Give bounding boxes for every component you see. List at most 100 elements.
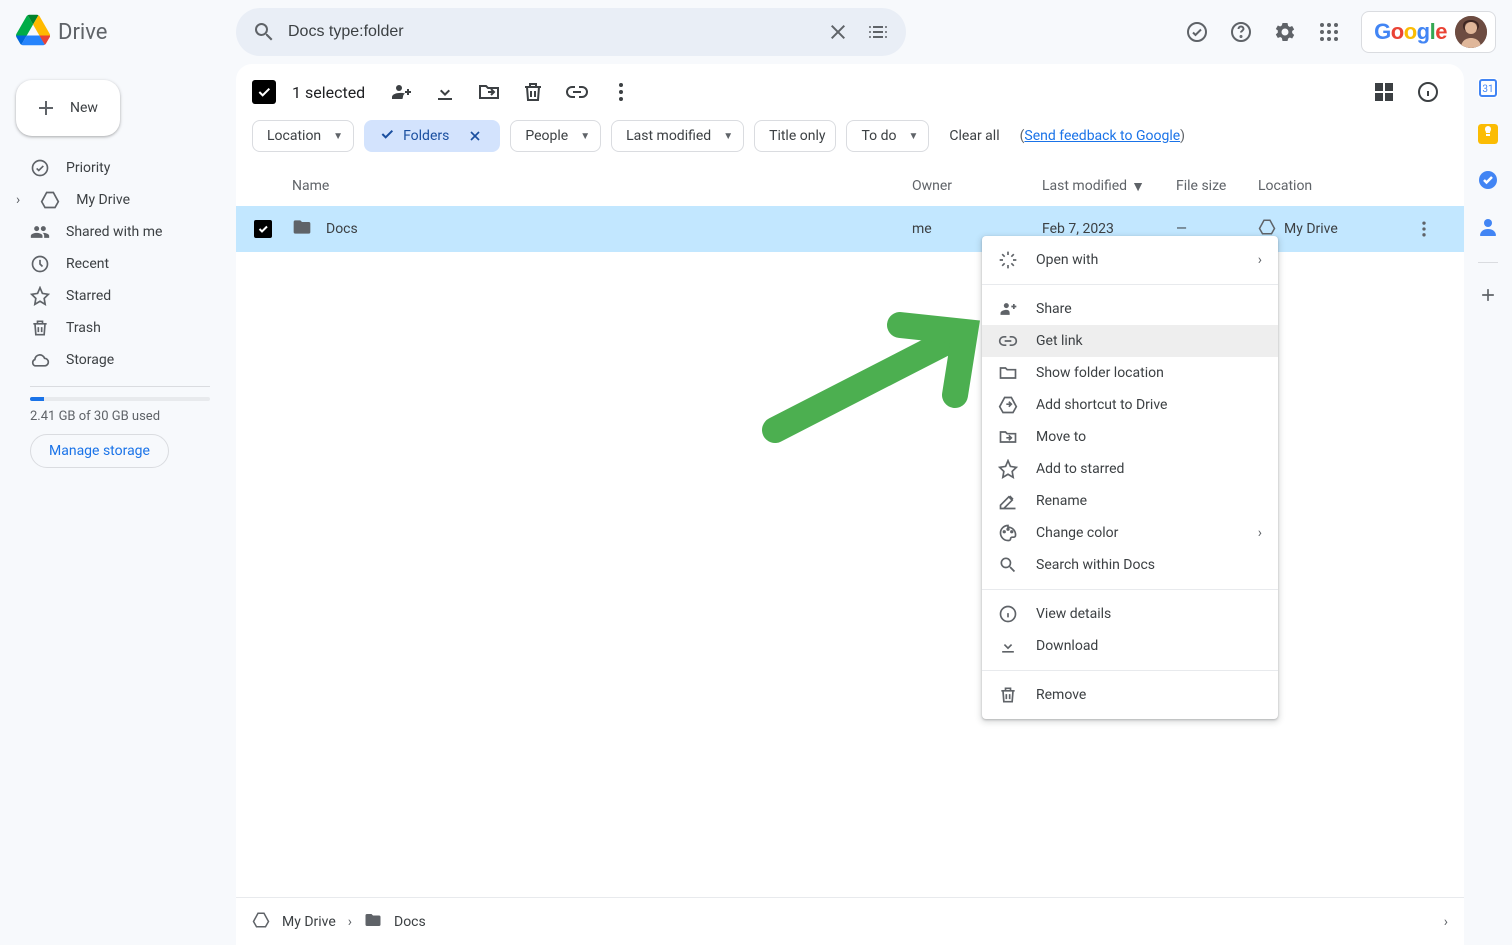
clear-all-filters[interactable]: Clear all — [949, 128, 999, 144]
header-actions: Google — [1177, 11, 1496, 53]
col-size[interactable]: File size — [1176, 178, 1258, 194]
col-modified[interactable]: Last modified▼ — [1042, 178, 1176, 195]
info-button[interactable] — [1408, 72, 1448, 112]
sidebar-nav: Priority My Drive Shared with me Recent … — [8, 152, 220, 376]
addons-button[interactable] — [1478, 285, 1498, 309]
chip-location[interactable]: Location▼ — [252, 120, 354, 152]
info-icon — [998, 604, 1018, 624]
breadcrumb-expand[interactable]: › — [1444, 914, 1448, 930]
cm-rename[interactable]: Rename — [982, 485, 1278, 517]
cm-download[interactable]: Download — [982, 630, 1278, 662]
search-bar — [236, 8, 906, 56]
breadcrumb-footer: My Drive › Docs › — [236, 897, 1464, 945]
chip-title-only[interactable]: Title only — [754, 120, 836, 152]
cm-add-starred[interactable]: Add to starred — [982, 453, 1278, 485]
col-name[interactable]: Name — [292, 178, 912, 194]
chip-last-modified[interactable]: Last modified▼ — [611, 120, 744, 152]
col-location[interactable]: Location — [1258, 178, 1408, 194]
search-options-icon[interactable] — [858, 12, 898, 52]
help-icon[interactable] — [1221, 12, 1261, 52]
keep-app-icon[interactable] — [1478, 124, 1498, 148]
chip-people[interactable]: People▼ — [510, 120, 601, 152]
mydrive-icon — [252, 911, 270, 933]
sidebar-item-trash[interactable]: Trash — [8, 312, 220, 344]
search-wrap — [236, 8, 1177, 56]
delete-button[interactable] — [513, 72, 553, 112]
cm-open-with[interactable]: Open with › — [982, 244, 1278, 276]
row-more-button[interactable] — [1408, 213, 1440, 245]
cm-move-to[interactable]: Move to — [982, 421, 1278, 453]
folder-icon — [292, 217, 312, 241]
contacts-app-icon[interactable] — [1478, 216, 1498, 240]
cm-show-location[interactable]: Show folder location — [982, 357, 1278, 389]
search-input[interactable] — [284, 23, 818, 41]
share-icon — [998, 299, 1018, 319]
tasks-app-icon[interactable] — [1478, 170, 1498, 194]
sidebar-item-recent[interactable]: Recent — [8, 248, 220, 280]
separator — [1478, 262, 1498, 263]
trash-icon — [30, 318, 50, 338]
sidebar-item-label: Shared with me — [66, 224, 162, 240]
offline-status-icon[interactable] — [1177, 12, 1217, 52]
move-button[interactable] — [469, 72, 509, 112]
manage-storage-button[interactable]: Manage storage — [30, 434, 169, 468]
sidebar-item-label: Starred — [66, 288, 111, 304]
palette-icon — [998, 523, 1018, 543]
new-button-label: New — [70, 100, 98, 116]
chevron-down-icon: ▼ — [580, 131, 590, 142]
cm-add-shortcut[interactable]: Add shortcut to Drive — [982, 389, 1278, 421]
chevron-down-icon: ▼ — [723, 131, 733, 142]
priority-icon — [30, 158, 50, 178]
side-rail: 31 — [1464, 64, 1512, 945]
google-logo: Google — [1374, 19, 1447, 45]
sort-desc-icon: ▼ — [1131, 178, 1145, 195]
col-owner[interactable]: Owner — [912, 178, 1042, 194]
chip-to-do[interactable]: To do▼ — [846, 120, 929, 152]
link-button[interactable] — [557, 72, 597, 112]
breadcrumb-current[interactable]: Docs — [394, 914, 426, 930]
brand[interactable]: Drive — [16, 13, 236, 51]
select-all-checkbox[interactable] — [252, 80, 276, 104]
cm-get-link[interactable]: Get link — [982, 325, 1278, 357]
sidebar-item-starred[interactable]: Starred — [8, 280, 220, 312]
clear-chip-icon[interactable] — [461, 122, 489, 150]
cm-share[interactable]: Share — [982, 293, 1278, 325]
separator — [982, 670, 1278, 671]
google-account-chip[interactable]: Google — [1361, 11, 1496, 53]
feedback-link[interactable]: Send feedback to Google — [1024, 128, 1180, 144]
cm-change-color[interactable]: Change color › — [982, 517, 1278, 549]
sidebar-item-priority[interactable]: Priority — [8, 152, 220, 184]
breadcrumb-root[interactable]: My Drive — [282, 914, 336, 930]
more-actions-button[interactable] — [601, 72, 641, 112]
sidebar-item-storage[interactable]: Storage — [8, 344, 220, 376]
trash-icon — [998, 685, 1018, 705]
open-with-icon — [998, 250, 1018, 270]
grid-view-toggle[interactable] — [1364, 72, 1404, 112]
sidebar-item-mydrive[interactable]: My Drive — [8, 184, 220, 216]
table-row[interactable]: Docs me Feb 7, 2023 — My Drive — [236, 206, 1464, 252]
calendar-app-icon[interactable]: 31 — [1478, 78, 1498, 102]
rename-icon — [998, 491, 1018, 511]
search-icon[interactable] — [244, 12, 284, 52]
row-owner: me — [912, 221, 1042, 237]
download-button[interactable] — [425, 72, 465, 112]
link-icon — [998, 331, 1018, 351]
feedback-link-wrap: (Send feedback to Google) — [1020, 128, 1185, 144]
new-button[interactable]: New — [16, 80, 120, 136]
context-menu: Open with › Share Get link Show folder l… — [982, 236, 1278, 719]
share-button[interactable] — [381, 72, 421, 112]
sidebar-item-label: My Drive — [76, 192, 130, 208]
cm-search-within[interactable]: Search within Docs — [982, 549, 1278, 581]
clear-search-icon[interactable] — [818, 12, 858, 52]
cm-remove[interactable]: Remove — [982, 679, 1278, 711]
apps-icon[interactable] — [1309, 12, 1349, 52]
sidebar-item-label: Storage — [66, 352, 114, 368]
sidebar-item-shared[interactable]: Shared with me — [8, 216, 220, 248]
row-checkbox[interactable] — [254, 220, 272, 238]
search-icon — [998, 555, 1018, 575]
settings-icon[interactable] — [1265, 12, 1305, 52]
chip-folders[interactable]: Folders — [364, 120, 500, 152]
cm-view-details[interactable]: View details — [982, 598, 1278, 630]
recent-icon — [30, 254, 50, 274]
sidebar: New Priority My Drive Shared with me Rec… — [0, 64, 236, 945]
